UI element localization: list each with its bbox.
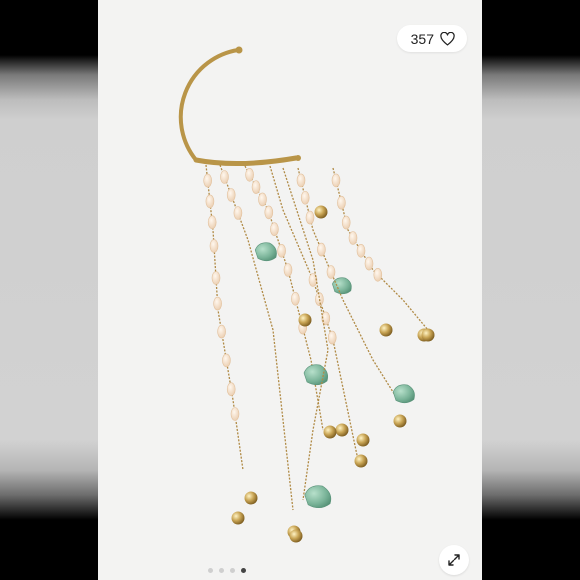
cream-bead <box>226 188 236 202</box>
cream-bead <box>264 205 274 220</box>
cream-bead <box>230 407 240 421</box>
cream-bead <box>222 353 231 368</box>
cream-bead <box>277 244 286 258</box>
pagination-dot-active[interactable] <box>241 568 246 573</box>
cream-bead <box>207 215 217 229</box>
green-stone <box>303 364 328 386</box>
cream-bead <box>321 311 331 326</box>
pagination-dot[interactable] <box>230 568 235 573</box>
cream-bead <box>373 267 383 282</box>
ear-cuff-illustration <box>178 46 435 543</box>
gold-bell-ball <box>421 328 435 342</box>
pagination-dot[interactable] <box>208 568 213 573</box>
green-stone <box>392 384 415 404</box>
gold-bell-ball <box>298 313 312 327</box>
gold-bell-ball <box>356 433 370 447</box>
cream-bead <box>291 291 300 306</box>
cream-bead <box>327 330 337 345</box>
fringe-strands <box>203 164 435 543</box>
like-count: 357 <box>410 30 434 47</box>
cream-bead <box>296 173 306 188</box>
cream-bead <box>226 382 236 397</box>
cream-bead <box>317 242 326 257</box>
chain-link <box>269 165 359 461</box>
gold-bell-ball <box>244 491 258 505</box>
cream-bead <box>326 265 336 279</box>
green-stone <box>332 277 352 295</box>
cream-bead <box>356 244 366 258</box>
cream-bead <box>364 256 374 271</box>
like-button[interactable]: 357 <box>396 25 467 52</box>
cream-bead <box>270 222 279 236</box>
product-photo <box>98 0 482 580</box>
cream-bead <box>251 180 261 194</box>
cream-bead <box>245 168 254 182</box>
chain-link <box>244 165 324 431</box>
gold-bell-ball <box>379 323 393 337</box>
expand-image-button[interactable] <box>439 545 469 575</box>
cream-bead <box>203 173 212 188</box>
cream-bead <box>300 190 310 205</box>
green-stone <box>304 485 332 509</box>
cream-bead <box>205 194 215 209</box>
gold-bell-ball <box>231 511 245 525</box>
right-blur-band <box>482 0 580 580</box>
cream-bead <box>331 173 341 188</box>
heart-icon <box>440 31 455 46</box>
gold-bell-ball <box>393 414 407 428</box>
gold-bell-ball <box>314 205 328 219</box>
cream-bead <box>315 292 324 307</box>
cream-bead <box>233 206 243 220</box>
cream-bead <box>209 239 219 253</box>
cream-bead <box>283 263 293 277</box>
pagination-dot[interactable] <box>219 568 224 573</box>
cream-bead <box>337 195 346 210</box>
cream-bead <box>348 231 358 245</box>
cream-bead <box>211 271 221 285</box>
chain-link <box>332 167 429 331</box>
expand-arrows-icon <box>448 554 460 566</box>
cream-bead <box>305 210 315 225</box>
cream-bead <box>341 215 351 230</box>
cream-bead <box>220 170 229 184</box>
cream-bead <box>258 192 267 207</box>
gold-bell-ball <box>354 454 368 468</box>
chain-link <box>219 164 294 511</box>
cream-bead <box>213 296 222 311</box>
left-blur-band <box>0 0 98 580</box>
green-stone <box>254 242 277 262</box>
gold-bell-ball <box>289 529 303 543</box>
cream-bead <box>217 324 226 339</box>
gold-bell-ball <box>335 423 349 437</box>
image-pagination <box>208 568 246 573</box>
gold-bell-ball <box>323 425 337 439</box>
ear-cuff-hoop <box>178 46 301 167</box>
